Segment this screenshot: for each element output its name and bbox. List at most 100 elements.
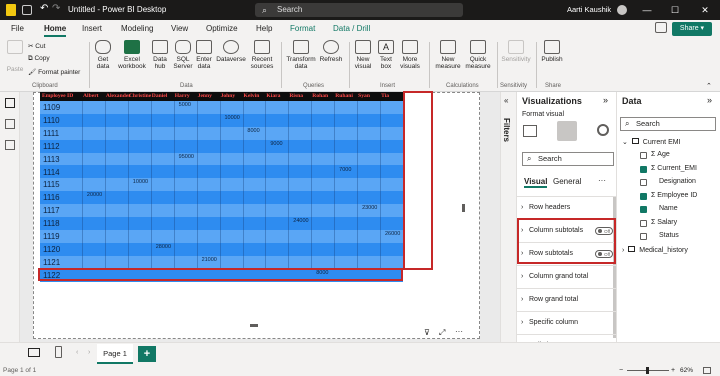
field-checkbox[interactable] [640, 165, 647, 173]
matrix-cell[interactable]: 5000 [179, 102, 191, 108]
format-section-row-grand-total[interactable]: › Row grand total [517, 288, 617, 311]
cut-button[interactable]: ✂ Cut [28, 42, 45, 50]
new-measure-button[interactable]: New measure [433, 40, 463, 70]
matrix-row-header[interactable]: 1115 [43, 180, 60, 189]
tab-optimize[interactable]: Optimize [206, 20, 238, 37]
format-painter-button[interactable]: 🖌 Format painter [28, 68, 80, 76]
matrix-row-header[interactable]: 1111 [43, 129, 59, 138]
matrix-column-header[interactable]: Kiara [266, 92, 280, 101]
matrix-cell[interactable]: 28000 [156, 244, 171, 250]
maximize-icon[interactable]: ☐ [660, 0, 690, 20]
more-visuals-button[interactable]: More visuals [397, 40, 423, 70]
matrix-cell[interactable]: 21000 [202, 257, 217, 263]
matrix-row-header[interactable]: 1119 [43, 232, 60, 241]
tab-modeling[interactable]: Modeling [121, 20, 153, 37]
matrix-column-header[interactable]: Johny [221, 92, 236, 101]
format-section-column-grand-total[interactable]: › Column grand total [517, 265, 617, 288]
filter-visual-icon[interactable]: ⊽ [424, 328, 430, 337]
resize-handle-right[interactable] [462, 204, 465, 212]
report-view-toggle-icon[interactable] [28, 348, 40, 357]
field-item[interactable]: Σ Current_EMI [651, 163, 697, 175]
new-visual-button[interactable]: New visual [351, 40, 375, 70]
comment-icon[interactable] [655, 22, 667, 33]
user-name[interactable]: Aarti Kaushik [567, 0, 611, 20]
matrix-column-header[interactable]: Risna [289, 92, 303, 101]
sensitivity-button[interactable]: Sensitivity [498, 40, 534, 63]
refresh-button[interactable]: Refresh [318, 40, 344, 63]
transform-data-button[interactable]: Transform data [284, 40, 318, 70]
ribbon-collapse-icon[interactable]: ⌃ [706, 82, 712, 90]
recent-sources-button[interactable]: Recent sources [248, 40, 276, 70]
dataverse-button[interactable]: Dataverse [215, 40, 247, 63]
report-view-icon[interactable] [5, 98, 15, 108]
filters-expand-icon[interactable]: « [504, 96, 508, 105]
quick-measure-button[interactable]: Quick measure [464, 40, 492, 70]
matrix-cell[interactable]: 20000 [87, 192, 102, 198]
table-medical-history[interactable]: › Medical_history [622, 246, 688, 254]
share-button[interactable]: Share ▾ [672, 22, 712, 36]
table-row[interactable] [40, 113, 403, 127]
undo-icon[interactable]: ↶ [40, 3, 48, 14]
matrix-column-header[interactable]: Albert [83, 92, 99, 101]
field-item[interactable]: Name [651, 203, 678, 215]
viz-search-box[interactable]: ⌕ Search [522, 152, 614, 166]
table-row[interactable] [40, 242, 403, 256]
field-checkbox[interactable] [640, 152, 647, 159]
matrix-cell[interactable]: 7000 [339, 167, 351, 173]
viz-more-options-icon[interactable]: ··· [598, 176, 606, 185]
field-checkbox[interactable] [640, 179, 647, 186]
matrix-column-header[interactable]: Syan [358, 92, 370, 101]
fit-to-page-icon[interactable] [703, 367, 711, 374]
data-hub-button[interactable]: Data hub [149, 40, 171, 70]
matrix-column-header[interactable]: Kelvin [244, 92, 260, 101]
matrix-cell[interactable]: 10000 [133, 179, 148, 185]
publish-button[interactable]: Publish [538, 40, 566, 63]
data-search-box[interactable]: ⌕ Search [620, 117, 716, 131]
page-tab-1[interactable]: Page 1 [97, 344, 133, 364]
page-prev-icon[interactable]: ‹ [76, 349, 78, 356]
matrix-header-employee-id[interactable]: Employee ID [42, 92, 73, 101]
table-row[interactable] [40, 230, 403, 243]
analytics-icon[interactable] [597, 124, 609, 136]
table-row[interactable] [40, 204, 403, 218]
zoom-slider-thumb[interactable] [646, 367, 649, 374]
matrix-row-header[interactable]: 1116 [43, 193, 60, 202]
matrix-column-header[interactable]: Jenny [198, 92, 212, 101]
tab-view[interactable]: View [171, 20, 188, 37]
table-row[interactable] [40, 217, 403, 230]
matrix-cell[interactable]: 9000 [270, 141, 282, 147]
paste-button[interactable]: Paste [4, 40, 26, 73]
field-item[interactable]: Σ Age [651, 149, 670, 161]
format-section-row-headers[interactable]: › Row headers [517, 196, 617, 219]
matrix-column-header[interactable]: Christine [129, 92, 151, 101]
table-row[interactable] [40, 139, 403, 153]
field-checkbox[interactable] [640, 192, 647, 200]
matrix-cell[interactable]: 8000 [247, 128, 259, 134]
focus-mode-icon[interactable]: ⤢ [439, 328, 445, 338]
field-item[interactable]: Status [651, 230, 679, 242]
avatar[interactable] [617, 5, 627, 15]
format-visual-icon[interactable] [557, 121, 577, 141]
copy-button[interactable]: ⧉ Copy [28, 55, 50, 63]
zoom-out-icon[interactable]: − [619, 366, 623, 376]
text-box-button[interactable]: A Text box [376, 40, 396, 70]
filters-label[interactable]: Filters [502, 118, 511, 142]
matrix-row-header[interactable]: 1112 [43, 142, 60, 151]
matrix-row-header[interactable]: 1110 [43, 116, 60, 125]
matrix-row-header[interactable]: 1109 [43, 103, 60, 112]
field-checkbox[interactable] [640, 233, 647, 240]
matrix-column-header[interactable]: Tia [381, 92, 389, 101]
mobile-view-icon[interactable] [55, 346, 62, 358]
viz-collapse-icon[interactable]: » [603, 95, 608, 105]
field-item[interactable]: Σ Employee ID [651, 190, 697, 202]
tab-general[interactable]: General [553, 177, 581, 186]
matrix-row-header[interactable]: 1120 [43, 245, 60, 254]
minimize-icon[interactable]: — [632, 0, 662, 20]
tab-insert[interactable]: Insert [82, 20, 102, 37]
table-row[interactable] [40, 126, 403, 140]
matrix-row-header[interactable]: 1114 [43, 168, 60, 177]
save-icon[interactable] [22, 5, 32, 15]
table-row[interactable] [40, 152, 403, 166]
get-data-button[interactable]: Get data [92, 40, 114, 70]
table-current-emi[interactable]: ⌄ Current EMI [622, 138, 681, 146]
